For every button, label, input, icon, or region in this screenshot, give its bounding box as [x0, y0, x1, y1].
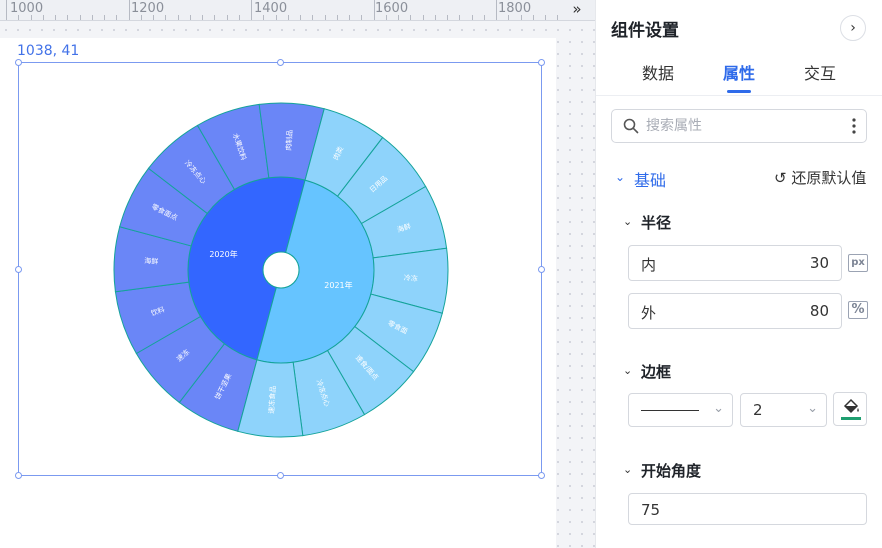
start-angle-field[interactable]: 75: [628, 493, 867, 525]
outer-radius-value[interactable]: 80: [810, 302, 829, 320]
outer-ring-label: 冷冻: [403, 273, 418, 283]
outer-radius-field[interactable]: 外 80: [628, 293, 842, 329]
chevron-down-icon[interactable]: ⌄: [615, 170, 625, 184]
reset-icon: ↺: [774, 169, 787, 187]
outer-ring-label: 肉制品: [284, 129, 294, 151]
unit-percent-toggle[interactable]: %: [848, 301, 868, 319]
sunburst-chart[interactable]: 2020年饼干坚果速冻饮料海鲜零食面点冷冻点心水果饮料 肉制品2021年肉类日用品…: [0, 0, 595, 548]
search-icon: [623, 118, 639, 134]
chevron-down-icon: ⌄: [807, 401, 818, 416]
chevron-down-icon[interactable]: ⌄: [623, 463, 632, 476]
start-angle-value[interactable]: 75: [641, 501, 660, 519]
tab-properties[interactable]: 属性: [723, 60, 755, 84]
inner-radius-value[interactable]: 30: [810, 254, 829, 272]
unit-px-toggle[interactable]: px: [848, 254, 868, 272]
solid-line-sample: [641, 410, 699, 411]
more-vertical-icon[interactable]: [851, 117, 857, 135]
chevron-down-icon[interactable]: ⌄: [623, 364, 632, 377]
border-width-select[interactable]: 2 ⌄: [740, 393, 827, 427]
inner-ring-label: 2020年: [209, 249, 237, 259]
border-width-value: 2: [753, 401, 763, 419]
panel-title: 组件设置: [611, 21, 679, 41]
chevron-down-icon[interactable]: ⌄: [623, 215, 632, 228]
outer-radius-label: 外: [641, 304, 657, 322]
chevron-down-icon: ⌄: [713, 401, 724, 416]
section-basic-title[interactable]: 基础: [634, 167, 666, 191]
tab-interaction[interactable]: 交互: [804, 60, 836, 84]
search-input[interactable]: [646, 116, 836, 136]
outer-ring-label: 海鲜: [144, 256, 159, 266]
border-color-picker[interactable]: [833, 392, 867, 426]
inner-ring-label: 2021年: [324, 280, 352, 290]
canvas-area[interactable]: 1000 1200 1400 1600 1800 » 1038, 41 2020…: [0, 0, 595, 548]
reset-label: 还原默认值: [791, 169, 867, 187]
inner-radius-label: 内: [641, 256, 657, 274]
paint-bucket-icon: [843, 398, 859, 414]
tab-data[interactable]: 数据: [642, 60, 674, 84]
radius-label: 半径: [641, 214, 672, 232]
divider: [596, 95, 882, 96]
border-style-select[interactable]: ⌄: [628, 393, 733, 427]
search-box[interactable]: [611, 109, 867, 143]
sunburst-center-hole: [262, 251, 300, 289]
border-label: 边框: [641, 363, 672, 381]
component-settings-panel: 组件设置 › 数据 属性 交互 ⌄ 基础 ↺ 还原默认值 ⌄ 半径 内 30 p…: [595, 0, 882, 548]
current-color-swatch: [841, 417, 861, 420]
reset-default-button[interactable]: ↺ 还原默认值: [774, 167, 866, 188]
inner-radius-field[interactable]: 内 30: [628, 245, 842, 281]
start-angle-label: 开始角度: [641, 462, 702, 480]
outer-ring-label: 速冻食品: [267, 385, 278, 414]
chevron-right-icon[interactable]: ›: [840, 15, 866, 41]
active-tab-indicator: [727, 90, 751, 93]
